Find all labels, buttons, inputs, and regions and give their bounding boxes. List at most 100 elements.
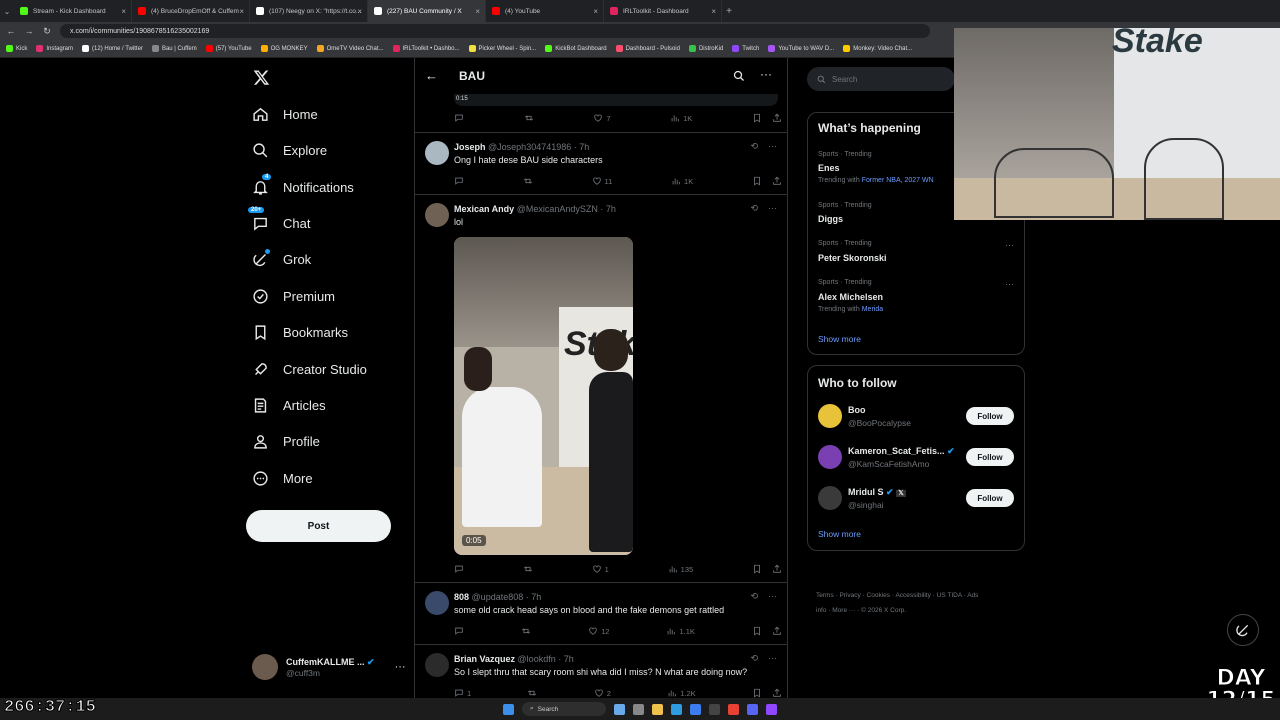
bookmark-item[interactable]: (12) Home / Twitter <box>82 45 143 52</box>
bookmark-item[interactable]: (57) YouTube <box>205 45 252 52</box>
like-button[interactable]: 11 <box>592 176 612 186</box>
nav-premium[interactable]: Premium <box>252 288 335 305</box>
post-button[interactable]: Post <box>246 510 391 542</box>
tweet[interactable]: Joseph @Joseph304741986 · 7h ⟲ ··· Ong I … <box>415 133 787 195</box>
search-icon[interactable] <box>733 70 745 82</box>
search-input[interactable]: Search <box>807 67 955 91</box>
bookmark-item[interactable]: YouTube to WAV D... <box>768 45 834 52</box>
discord-icon[interactable] <box>747 703 758 715</box>
windows-start-icon[interactable] <box>503 703 514 715</box>
like-button[interactable]: 1 <box>592 564 609 574</box>
trend-sub-link[interactable]: Merida <box>862 306 883 313</box>
repost-button[interactable] <box>524 113 534 123</box>
close-icon[interactable]: × <box>711 7 716 16</box>
grok-icon[interactable]: ⟲ <box>750 141 758 152</box>
tweet[interactable]: Mexican Andy @MexicanAndySZN · 7h ⟲ ··· l… <box>415 195 787 583</box>
nav-explore[interactable]: Explore <box>252 142 327 159</box>
nav-profile[interactable]: Profile <box>252 433 320 450</box>
bookmark-item[interactable]: Bau | Cuffem <box>151 45 197 52</box>
browser-tab[interactable]: (107) Neegy on X: "https://t.co... × <box>250 0 368 22</box>
nav-creator-studio[interactable]: Creator Studio <box>252 361 367 378</box>
nav-grok[interactable]: Grok <box>252 249 311 268</box>
close-icon[interactable]: × <box>593 7 598 16</box>
footer-links[interactable]: Terms · Privacy · Cookies · Accessibilit… <box>816 588 986 618</box>
repost-button[interactable] <box>527 688 537 698</box>
tweet-author[interactable]: Mexican Andy @MexicanAndySZN · 7h <box>454 204 616 214</box>
share-icon[interactable] <box>772 113 782 123</box>
more-icon[interactable]: ··· <box>768 141 777 152</box>
reply-button[interactable] <box>454 113 464 123</box>
more-icon[interactable]: ··· <box>768 591 777 602</box>
x-logo-icon[interactable] <box>253 69 270 86</box>
bookmark-item[interactable]: Instagram <box>36 45 73 52</box>
nav-more[interactable]: More <box>252 470 313 487</box>
video-thumbnail[interactable]: 0:15 <box>454 94 778 106</box>
tweet[interactable]: Brian Vazquez @lookdfn · 7h ⟲ ··· So I sl… <box>415 645 787 698</box>
nav-bookmarks[interactable]: Bookmarks <box>252 324 348 341</box>
grok-icon[interactable]: ⟲ <box>750 203 758 214</box>
follow-button[interactable]: Follow <box>966 407 1014 425</box>
close-icon[interactable]: × <box>475 7 480 16</box>
browser-tab[interactable]: (4) YouTube × <box>486 0 604 22</box>
forward-icon[interactable]: → <box>24 26 34 36</box>
bookmark-item[interactable]: KickBot Dashboard <box>545 45 607 52</box>
bookmark-item[interactable]: Dashboard - Pulsoid <box>615 45 680 52</box>
more-icon[interactable]: ··· <box>768 653 777 664</box>
share-icon[interactable] <box>772 176 782 186</box>
close-icon[interactable]: × <box>121 7 126 16</box>
like-button[interactable]: 7 <box>593 113 610 123</box>
bookmark-icon[interactable] <box>752 176 762 186</box>
reply-button[interactable] <box>454 564 464 574</box>
file-explorer-icon[interactable] <box>652 703 663 715</box>
more-icon[interactable]: ··· <box>1005 240 1014 250</box>
grok-icon[interactable]: ⟲ <box>750 591 758 602</box>
more-icon[interactable]: ··· <box>760 67 772 81</box>
bookmark-item[interactable]: Kick <box>6 45 27 52</box>
show-more-link[interactable]: Show more <box>818 529 861 539</box>
share-icon[interactable] <box>772 626 782 636</box>
bookmark-item[interactable]: OG MONKEY <box>260 45 308 52</box>
views-button[interactable]: 1K <box>671 176 693 186</box>
reply-button[interactable]: 1 <box>454 688 471 698</box>
new-tab-icon[interactable]: + <box>722 6 736 17</box>
views-button[interactable]: 135 <box>668 564 693 574</box>
reload-icon[interactable]: ↻ <box>42 26 52 37</box>
reply-button[interactable] <box>454 176 464 186</box>
taskbar-search[interactable]: ⌕ Search <box>522 702 606 716</box>
tweet-author[interactable]: Joseph @Joseph304741986 · 7h <box>454 142 589 152</box>
show-more-link[interactable]: Show more <box>818 334 861 344</box>
url-field[interactable]: x.com/i/communities/1908678516235002169 <box>60 24 930 38</box>
tab-search-icon[interactable]: ⌄ <box>0 7 14 16</box>
like-button[interactable]: 12 <box>588 626 609 636</box>
grok-icon[interactable]: ⟲ <box>750 653 758 664</box>
grok-floating-button[interactable] <box>1227 614 1259 646</box>
follow-button[interactable]: Follow <box>966 448 1014 466</box>
tweet[interactable]: 0:15 7 1K <box>415 94 787 133</box>
back-arrow-icon[interactable]: ← <box>425 68 438 83</box>
more-icon[interactable]: ··· <box>1005 279 1014 289</box>
edge-icon[interactable] <box>671 703 682 715</box>
bookmark-item[interactable]: IRLToolkit • Dashbo... <box>392 45 460 52</box>
browser-tab[interactable]: Stream - Kick Dashboard × <box>14 0 132 22</box>
views-button[interactable]: 1K <box>670 113 692 123</box>
bookmark-item[interactable]: Twitch <box>732 45 759 52</box>
bookmark-icon[interactable] <box>752 626 762 636</box>
app-icon[interactable] <box>766 703 777 715</box>
app-icon[interactable] <box>709 703 720 715</box>
tweet-video[interactable]: Stak 0:05 <box>454 237 633 555</box>
bookmark-icon[interactable] <box>752 113 762 123</box>
back-icon[interactable]: ← <box>6 26 16 36</box>
browser-tab-active[interactable]: (227) BAU Community / X × <box>368 0 486 22</box>
follow-button[interactable]: Follow <box>966 489 1014 507</box>
views-button[interactable]: 1.1K <box>666 626 695 636</box>
like-button[interactable]: 2 <box>594 688 611 698</box>
browser-tab[interactable]: (4) BruceDropEmOff & Cuffem × <box>132 0 250 22</box>
tweet[interactable]: 808 @update808 · 7h ⟲ ··· some old crack … <box>415 583 787 645</box>
app-icon[interactable] <box>633 703 644 715</box>
nav-home[interactable]: Home <box>252 106 318 123</box>
bookmark-item[interactable]: OmeTV Video Chat... <box>316 45 384 52</box>
close-icon[interactable]: × <box>357 7 362 16</box>
reply-button[interactable] <box>454 626 464 636</box>
repost-button[interactable] <box>521 626 531 636</box>
repost-button[interactable] <box>523 176 533 186</box>
